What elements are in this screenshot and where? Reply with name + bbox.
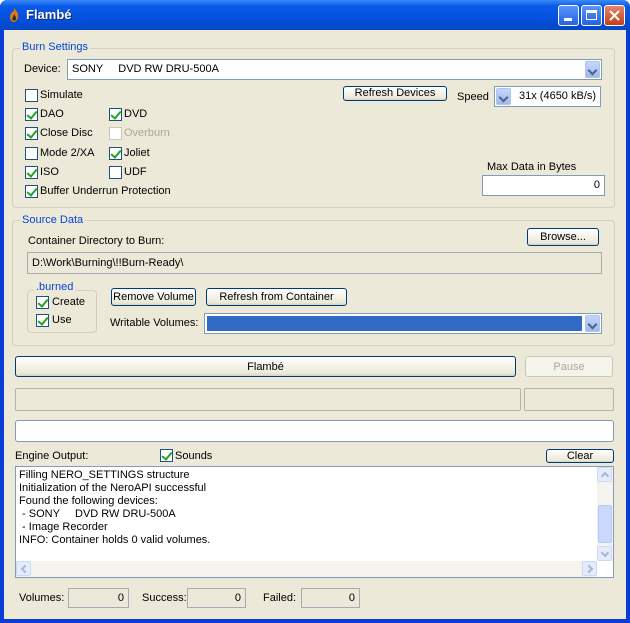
dvd-label: DVD [124,108,148,120]
maximize-icon [586,10,597,20]
overall-progress-bar [15,388,521,411]
log-line: - SONY DVD RW DRU-500A [19,508,176,520]
volumes-count: 0 [68,588,129,608]
device-dropdown-icon[interactable] [585,61,600,78]
speed-select[interactable]: 31x (4650 kB/s) [494,86,601,107]
log-line: Filling NERO_SETTINGS structure [19,469,190,481]
max-data-label: Max Data in Bytes [487,161,577,173]
log-vertical-thumb[interactable] [598,505,612,543]
client-area: Burn Settings Device: SONY DVD RW DRU-50… [4,30,626,619]
scroll-up-icon[interactable] [597,467,612,482]
clear-button[interactable]: Clear [546,449,614,463]
joliet-label: Joliet [124,147,150,159]
scroll-right-icon[interactable] [582,561,597,576]
maximize-button[interactable] [581,5,602,26]
flambe-button[interactable]: Flambé [15,356,516,377]
close-disc-label: Close Disc [40,127,93,139]
dao-label: DAO [40,108,64,120]
refresh-devices-button[interactable]: Refresh Devices [343,86,447,101]
engine-output-log[interactable]: Filling NERO_SETTINGS structure Initiali… [15,466,614,578]
pause-button[interactable]: Pause [525,356,613,377]
overburn-checkbox[interactable] [109,127,122,140]
log-line: - Image Recorder [19,521,108,533]
success-label: Success: [142,592,187,604]
writable-volumes-dropdown-icon[interactable] [585,315,600,332]
dvd-checkbox[interactable] [109,108,122,121]
burn-settings-label: Burn Settings [20,41,91,53]
source-data-label: Source Data [20,214,86,226]
writable-volumes-select[interactable] [204,313,602,334]
status-field [15,420,614,442]
failed-count: 0 [301,588,360,608]
secondary-progress-bar [524,388,614,411]
buffer-underrun-label: Buffer Underrun Protection [40,185,171,197]
remove-volume-button[interactable]: Remove Volume [111,288,196,306]
device-label: Device: [24,63,61,75]
success-count: 0 [187,588,246,608]
volumes-label: Volumes: [19,592,65,604]
max-data-input[interactable]: 0 [482,175,605,196]
speed-label: Speed [457,91,489,103]
joliet-checkbox[interactable] [109,147,122,160]
buffer-underrun-checkbox[interactable] [25,185,38,198]
use-checkbox[interactable] [36,314,49,327]
container-path-field: D:\Work\Burning\!!Burn-Ready\ [27,252,602,274]
udf-checkbox[interactable] [109,166,122,179]
close-disc-checkbox[interactable] [25,127,38,140]
device-value: SONY DVD RW DRU-500A [72,63,219,75]
create-label: Create [52,296,86,308]
app-window: Flambé Burn Settings Device: SONY DVD RW… [0,0,630,623]
simulate-checkbox[interactable] [25,89,38,102]
browse-button[interactable]: Browse... [527,228,599,246]
simulate-label: Simulate [40,89,83,101]
refresh-from-container-button[interactable]: Refresh from Container [206,288,347,306]
log-line: INFO: Container holds 0 valid volumes. [19,534,211,546]
scroll-left-icon[interactable] [16,561,31,576]
container-directory-label: Container Directory to Burn: [28,235,165,247]
minimize-button[interactable] [558,5,579,26]
writable-volumes-label: Writable Volumes: [110,317,199,329]
close-icon [609,10,620,21]
window-title: Flambé [26,7,72,22]
overburn-label: Overburn [124,127,170,139]
dao-checkbox[interactable] [25,108,38,121]
log-vertical-scrollbar[interactable] [597,467,613,561]
failed-label: Failed: [263,592,297,604]
create-checkbox[interactable] [36,296,49,309]
sounds-checkbox[interactable] [160,449,173,462]
use-label: Use [52,314,72,326]
iso-checkbox[interactable] [25,166,38,179]
mode2xa-label: Mode 2/XA [40,147,95,159]
burned-group-label: .burned [34,281,76,293]
scroll-down-icon[interactable] [597,546,612,561]
minimize-icon [564,18,572,21]
log-line: Found the following devices: [19,495,158,507]
log-horizontal-scrollbar[interactable] [16,561,597,577]
udf-label: UDF [124,166,147,178]
iso-label: ISO [40,166,59,178]
mode2xa-checkbox[interactable] [25,147,38,160]
title-bar[interactable]: Flambé [0,0,630,30]
log-line: Initialization of the NeroAPI successful [19,482,207,494]
close-button[interactable] [604,5,625,26]
sounds-label: Sounds [175,450,213,462]
flame-icon [9,8,19,22]
device-select[interactable]: SONY DVD RW DRU-500A [67,59,602,80]
log-lines: Filling NERO_SETTINGS structure Initiali… [16,469,597,547]
engine-output-label: Engine Output: [15,450,89,462]
speed-dropdown-icon[interactable] [496,88,511,105]
speed-value: 31x (4650 kB/s) [519,90,597,102]
writable-volumes-selection [207,316,582,331]
